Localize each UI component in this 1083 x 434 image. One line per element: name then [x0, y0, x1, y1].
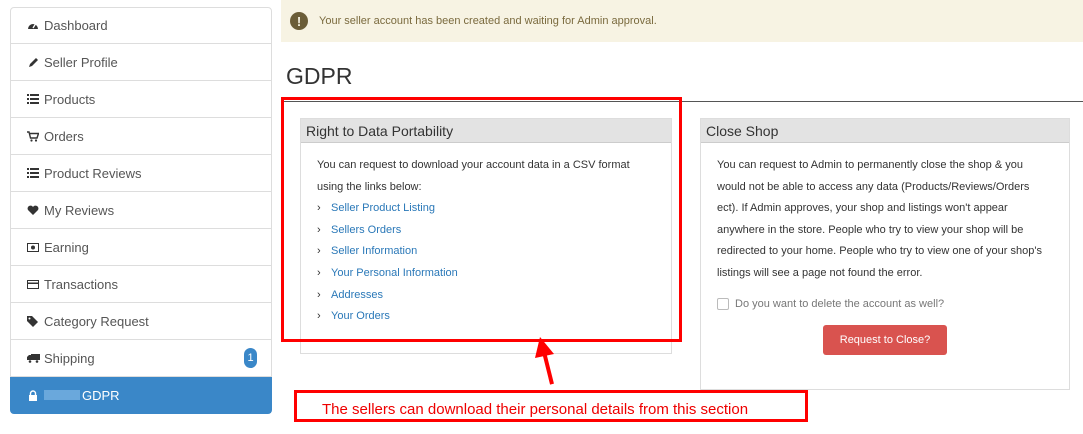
- delete-account-checkbox[interactable]: [717, 298, 729, 311]
- approval-notice: ! Your seller account has been created a…: [281, 0, 1083, 42]
- sidebar-item-orders[interactable]: Orders: [10, 118, 272, 155]
- sidebar-item-label: Earning: [44, 239, 89, 255]
- list-icon: [26, 94, 40, 104]
- truck-icon: [26, 353, 40, 363]
- checkbox-label: Do you want to delete the account as wel…: [735, 297, 945, 310]
- annotation-arrow-icon: [535, 337, 554, 385]
- cart-icon: [26, 130, 40, 142]
- delete-account-option: Do you want to delete the account as wel…: [717, 294, 1053, 316]
- panel-heading: Close Shop: [701, 119, 1069, 143]
- sidebar-item-label: Category Request: [44, 313, 149, 329]
- sidebar-item-shipping[interactable]: Shipping 1: [10, 340, 272, 377]
- lock-icon: [26, 389, 40, 401]
- sidebar-item-label: Seller Profile: [44, 54, 118, 70]
- request-to-close-button[interactable]: Request to Close?: [823, 325, 947, 356]
- sidebar-item-my-reviews[interactable]: My Reviews: [10, 192, 272, 229]
- sidebar-item-products[interactable]: Products: [10, 81, 272, 118]
- sidebar-item-label: Transactions: [44, 276, 118, 292]
- sidebar-item-label: Product Reviews: [44, 165, 142, 181]
- annotation-highlight-box: [281, 97, 682, 342]
- sidebar-item-gdpr[interactable]: GDPR: [10, 377, 272, 414]
- shipping-count-badge: 1: [244, 348, 257, 368]
- sidebar-item-transactions[interactable]: Transactions: [10, 266, 272, 303]
- annotation-caption: The sellers can download their personal …: [322, 401, 749, 418]
- sidebar-item-label: Shipping: [44, 350, 95, 366]
- close-shop-panel: Close Shop You can request to Admin to p…: [700, 118, 1070, 390]
- seller-sidebar: Dashboard Seller Profile Products Orders…: [10, 7, 272, 414]
- credit-card-icon: [26, 279, 40, 289]
- sidebar-item-seller-profile[interactable]: Seller Profile: [10, 44, 272, 81]
- sidebar-item-dashboard[interactable]: Dashboard: [10, 7, 272, 44]
- exclamation-icon: !: [290, 12, 308, 30]
- close-shop-description: You can request to Admin to permanently …: [717, 159, 1042, 279]
- sidebar-item-label: Dashboard: [44, 18, 108, 33]
- redacted-text: [44, 390, 80, 400]
- sidebar-item-earning[interactable]: Earning: [10, 229, 272, 266]
- sidebar-item-label: Products: [44, 91, 96, 107]
- tags-icon: [26, 315, 40, 327]
- sidebar-item-label: Orders: [44, 128, 84, 144]
- heart-icon: [26, 205, 40, 216]
- page-title: GDPR: [286, 63, 353, 89]
- notice-message: Your seller account has been created and…: [319, 15, 657, 27]
- money-icon: [26, 242, 40, 252]
- sidebar-item-label: My Reviews: [44, 202, 115, 218]
- list-icon: [26, 168, 40, 178]
- sidebar-item-product-reviews[interactable]: Product Reviews: [10, 155, 272, 192]
- dashboard-icon: [26, 20, 40, 31]
- sidebar-item-label: GDPR: [82, 387, 120, 403]
- sidebar-item-category-request[interactable]: Category Request: [10, 303, 272, 340]
- pencil-icon: [26, 57, 40, 68]
